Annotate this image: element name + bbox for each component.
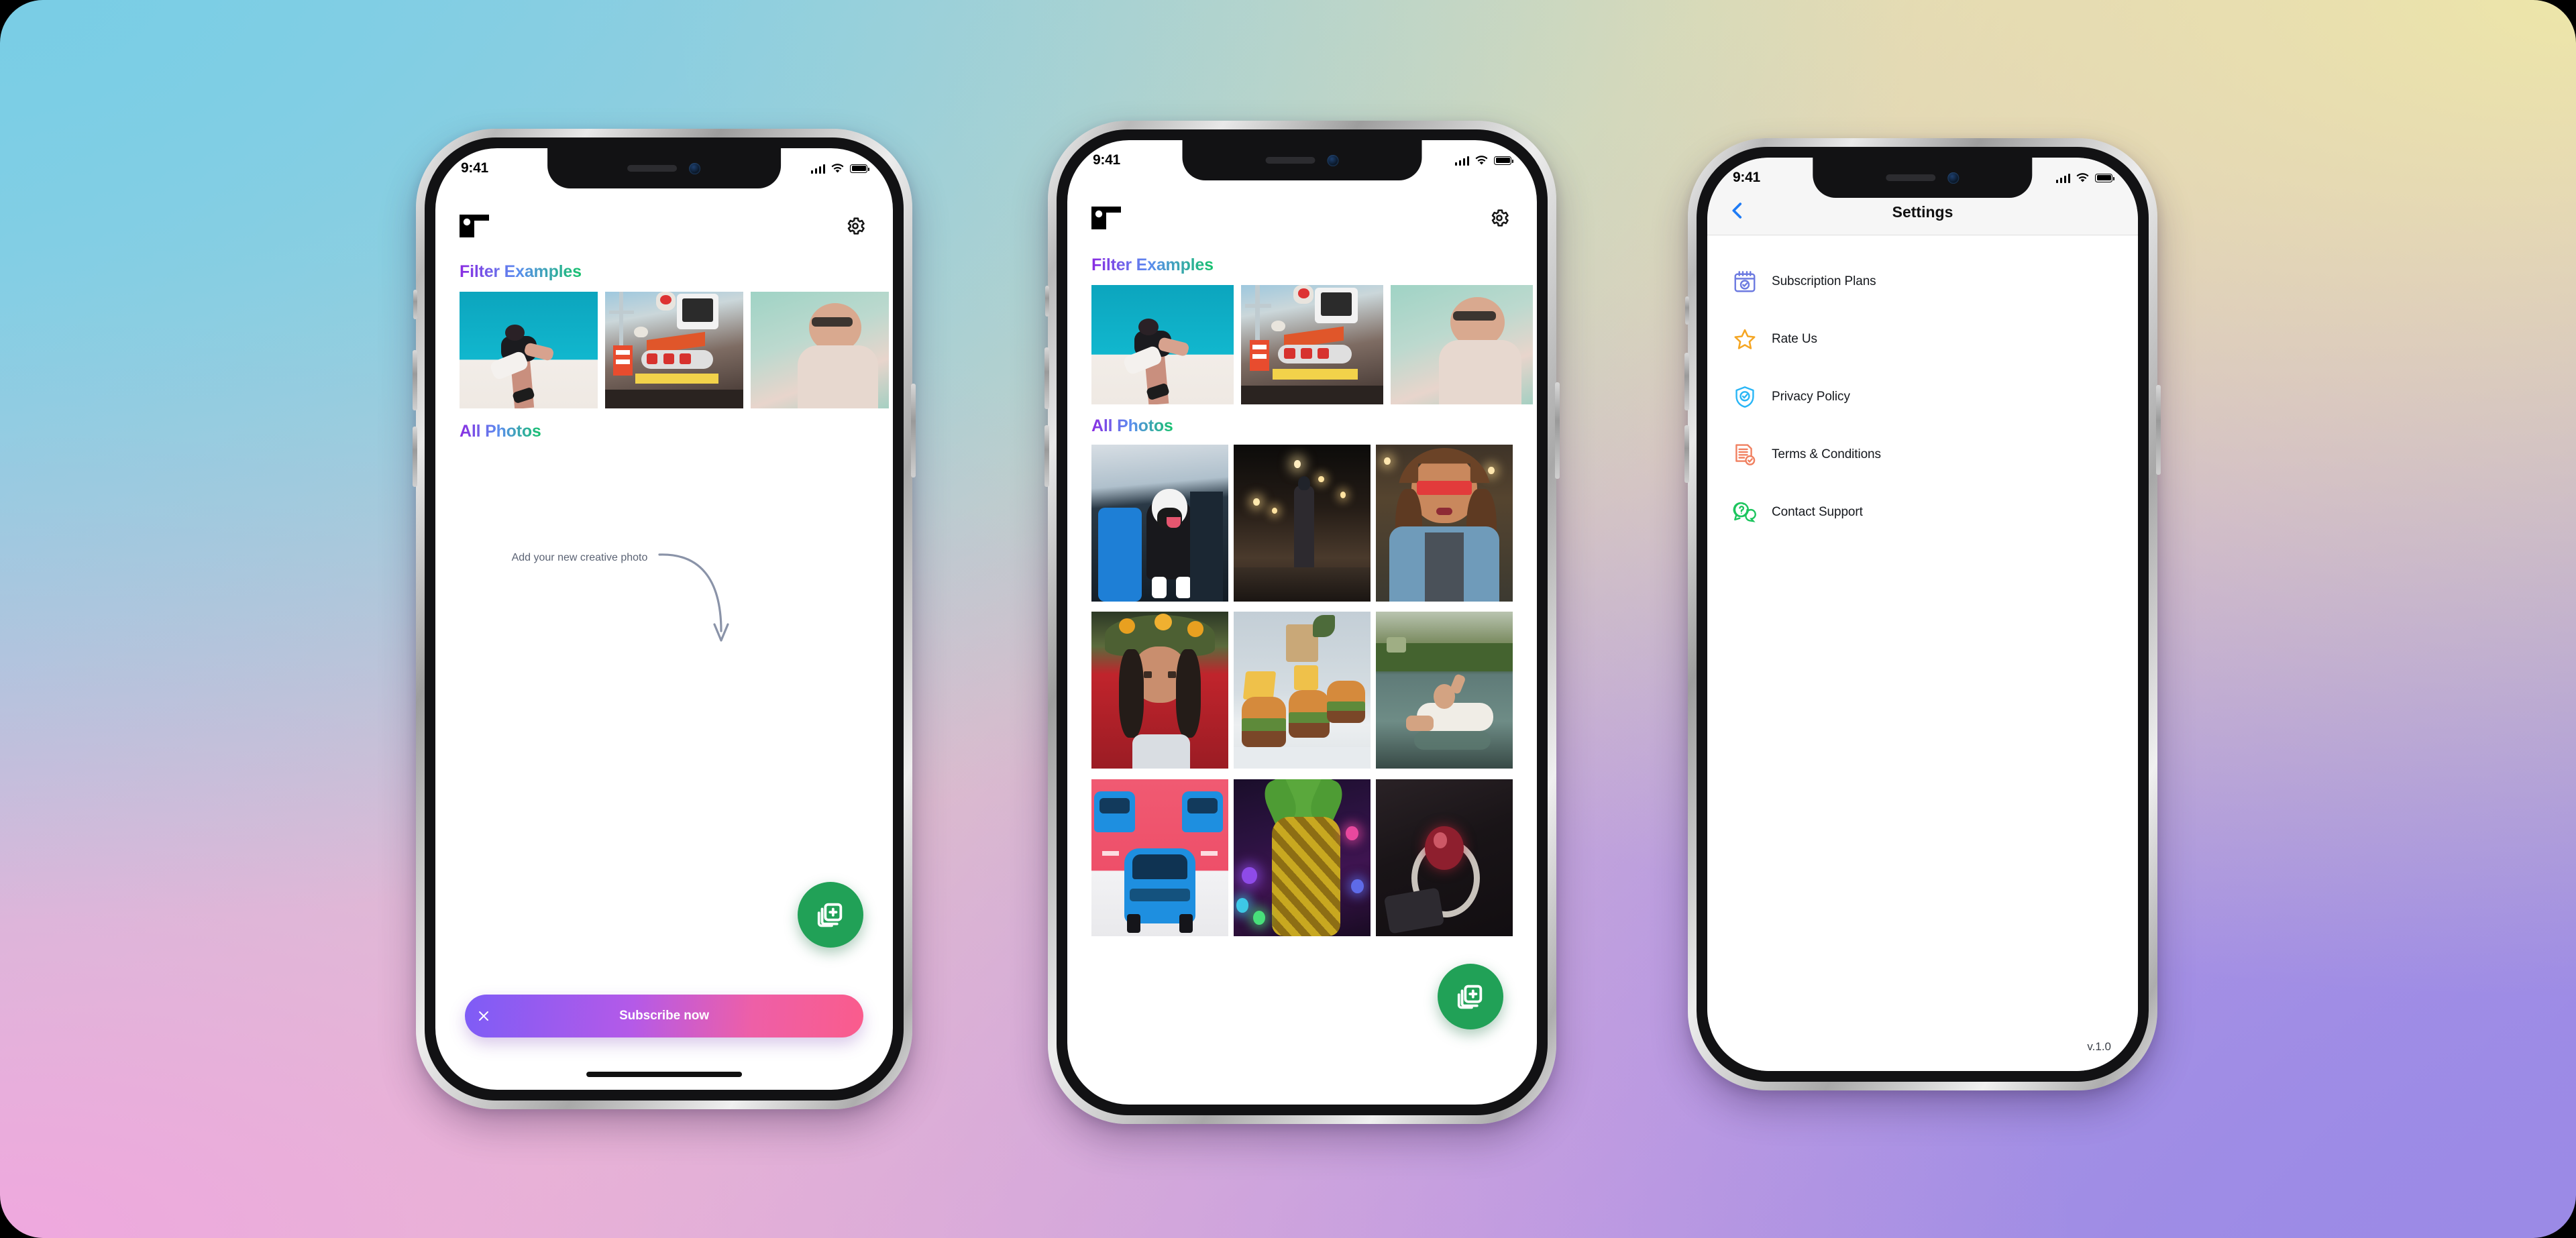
signal-bars-icon bbox=[2055, 173, 2070, 183]
home-indicator bbox=[586, 1072, 742, 1077]
phone1-volume-up bbox=[413, 350, 417, 410]
curved-arrow-icon bbox=[658, 553, 729, 642]
status-indicators bbox=[2055, 172, 2114, 183]
photo-cell-burgers-and-fries[interactable] bbox=[1234, 612, 1371, 769]
phone2-status-bar: 9:41 bbox=[1067, 140, 1537, 180]
photo-cell-woman-flower-crown[interactable] bbox=[1091, 612, 1228, 769]
settings-item-label: Privacy Policy bbox=[1772, 390, 1850, 404]
phone1-screen: 9:41 Filter Examples All Photos Add your… bbox=[435, 148, 893, 1090]
photo-cell-blue-sports-cars[interactable] bbox=[1091, 779, 1228, 936]
settings-item-subscription-plans[interactable]: Subscription Plans bbox=[1707, 253, 2138, 311]
section-title-filter-examples: Filter Examples bbox=[1091, 256, 1214, 274]
filter-card-woman-teal-sky[interactable] bbox=[460, 292, 598, 408]
settings-item-label: Terms & Conditions bbox=[1772, 447, 1881, 461]
phone1-status-bar: 9:41 bbox=[435, 148, 893, 188]
pf-logo bbox=[460, 215, 489, 237]
filter-card-neon-city-street[interactable] bbox=[605, 292, 743, 408]
settings-button[interactable] bbox=[1486, 205, 1513, 231]
filter-card-neon-city-street[interactable] bbox=[1241, 285, 1383, 404]
wifi-icon bbox=[2076, 172, 2089, 182]
settings-item-contact-support[interactable]: Contact Support bbox=[1707, 484, 2138, 541]
phone2-screen: 9:41 Filter Examples All Photos bbox=[1067, 140, 1537, 1105]
add-photo-fab[interactable] bbox=[1438, 964, 1503, 1029]
phone3-volume-up bbox=[1684, 353, 1689, 410]
subscribe-bar[interactable]: Subscribe now bbox=[465, 995, 863, 1037]
phone1-app-header bbox=[435, 207, 893, 245]
section-title-filter-examples: Filter Examples bbox=[460, 262, 582, 281]
settings-item-rate-us[interactable]: Rate Us bbox=[1707, 311, 2138, 368]
phone2-volume-down bbox=[1044, 425, 1049, 487]
phone3-status-bar: 9:41 bbox=[1707, 158, 2138, 198]
settings-item-label: Contact Support bbox=[1772, 505, 1863, 519]
battery-icon bbox=[1494, 156, 1513, 165]
battery-icon bbox=[2095, 173, 2114, 182]
wifi-icon bbox=[831, 163, 844, 172]
photo-cell-dog-in-car[interactable] bbox=[1091, 445, 1228, 602]
gear-icon bbox=[1491, 209, 1509, 227]
document-check-icon bbox=[1735, 444, 1756, 465]
section-title-all-photos: All Photos bbox=[460, 422, 541, 441]
photo-cell-lake-float-sunset[interactable] bbox=[1376, 612, 1513, 769]
battery-icon bbox=[850, 164, 869, 173]
subscribe-label: Subscribe now bbox=[619, 1009, 709, 1023]
phone2-power-button bbox=[1555, 382, 1560, 479]
add-photo-stack-icon bbox=[1457, 984, 1483, 1009]
phone1-volume-down bbox=[413, 427, 417, 487]
photo-cell-night-street-lights[interactable] bbox=[1234, 445, 1371, 602]
add-photo-stack-icon bbox=[817, 903, 843, 927]
home-indicator bbox=[1222, 1083, 1382, 1088]
empty-state-hint: Add your new creative photo bbox=[511, 552, 648, 563]
phone2-app-header bbox=[1067, 199, 1537, 237]
status-time: 9:41 bbox=[1733, 170, 1760, 185]
settings-list: Subscription Plans Rate Us Privacy Polic… bbox=[1707, 235, 2138, 1071]
phone3-mute-switch bbox=[1685, 296, 1689, 325]
settings-item-label: Subscription Plans bbox=[1772, 274, 1876, 288]
settings-button[interactable] bbox=[842, 213, 869, 239]
wifi-icon bbox=[1475, 155, 1488, 164]
photo-cell-dark-ring-jewelry[interactable] bbox=[1376, 779, 1513, 936]
phone-home-empty: 9:41 Filter Examples All Photos Add your… bbox=[413, 129, 916, 1109]
chat-question-icon bbox=[1733, 502, 1756, 522]
filter-card-mint-pool-portrait[interactable] bbox=[1391, 285, 1533, 404]
pf-logo bbox=[1091, 207, 1121, 229]
all-photos-grid[interactable] bbox=[1091, 445, 1513, 941]
settings-item-label: Rate Us bbox=[1772, 332, 1817, 346]
page-title: Settings bbox=[1892, 203, 1953, 221]
phone3-volume-down bbox=[1684, 425, 1689, 483]
phone2-mute-switch bbox=[1045, 286, 1049, 317]
signal-bars-icon bbox=[1454, 156, 1469, 166]
filter-card-mint-pool-portrait[interactable] bbox=[751, 292, 889, 408]
photo-cell-neon-pineapple[interactable] bbox=[1234, 779, 1371, 936]
shield-check-icon bbox=[1735, 386, 1754, 408]
promo-background: 9:41 Filter Examples All Photos Add your… bbox=[0, 0, 2576, 1238]
settings-item-terms-conditions[interactable]: Terms & Conditions bbox=[1707, 426, 2138, 484]
star-outline-icon bbox=[1734, 329, 1756, 349]
settings-item-privacy-policy[interactable]: Privacy Policy bbox=[1707, 368, 2138, 426]
phone3-screen: 9:41 Settings Subscription Plans Rate Us… bbox=[1707, 158, 2138, 1071]
filter-card-woman-teal-sky[interactable] bbox=[1091, 285, 1234, 404]
phone2-volume-up bbox=[1044, 347, 1049, 409]
phone1-mute-switch bbox=[413, 290, 417, 319]
section-title-all-photos: All Photos bbox=[1091, 416, 1173, 435]
phone-home-gallery: 9:41 Filter Examples All Photos bbox=[1044, 121, 1560, 1124]
status-indicators bbox=[1454, 155, 1513, 166]
status-time: 9:41 bbox=[461, 160, 488, 176]
add-photo-fab[interactable] bbox=[798, 882, 863, 948]
status-indicators bbox=[810, 163, 869, 174]
phone-settings: 9:41 Settings Subscription Plans Rate Us… bbox=[1684, 138, 2161, 1090]
signal-bars-icon bbox=[810, 164, 825, 174]
app-version: v.1.0 bbox=[2087, 1040, 2111, 1053]
gear-icon bbox=[847, 217, 865, 235]
filter-examples-strip[interactable] bbox=[460, 292, 893, 408]
phone1-power-button bbox=[911, 384, 916, 477]
calendar-check-icon bbox=[1734, 271, 1756, 292]
phone3-power-button bbox=[2156, 385, 2161, 475]
photo-cell-woman-red-sunglasses[interactable] bbox=[1376, 445, 1513, 602]
status-time: 9:41 bbox=[1093, 152, 1120, 168]
filter-examples-strip[interactable] bbox=[1091, 285, 1537, 404]
